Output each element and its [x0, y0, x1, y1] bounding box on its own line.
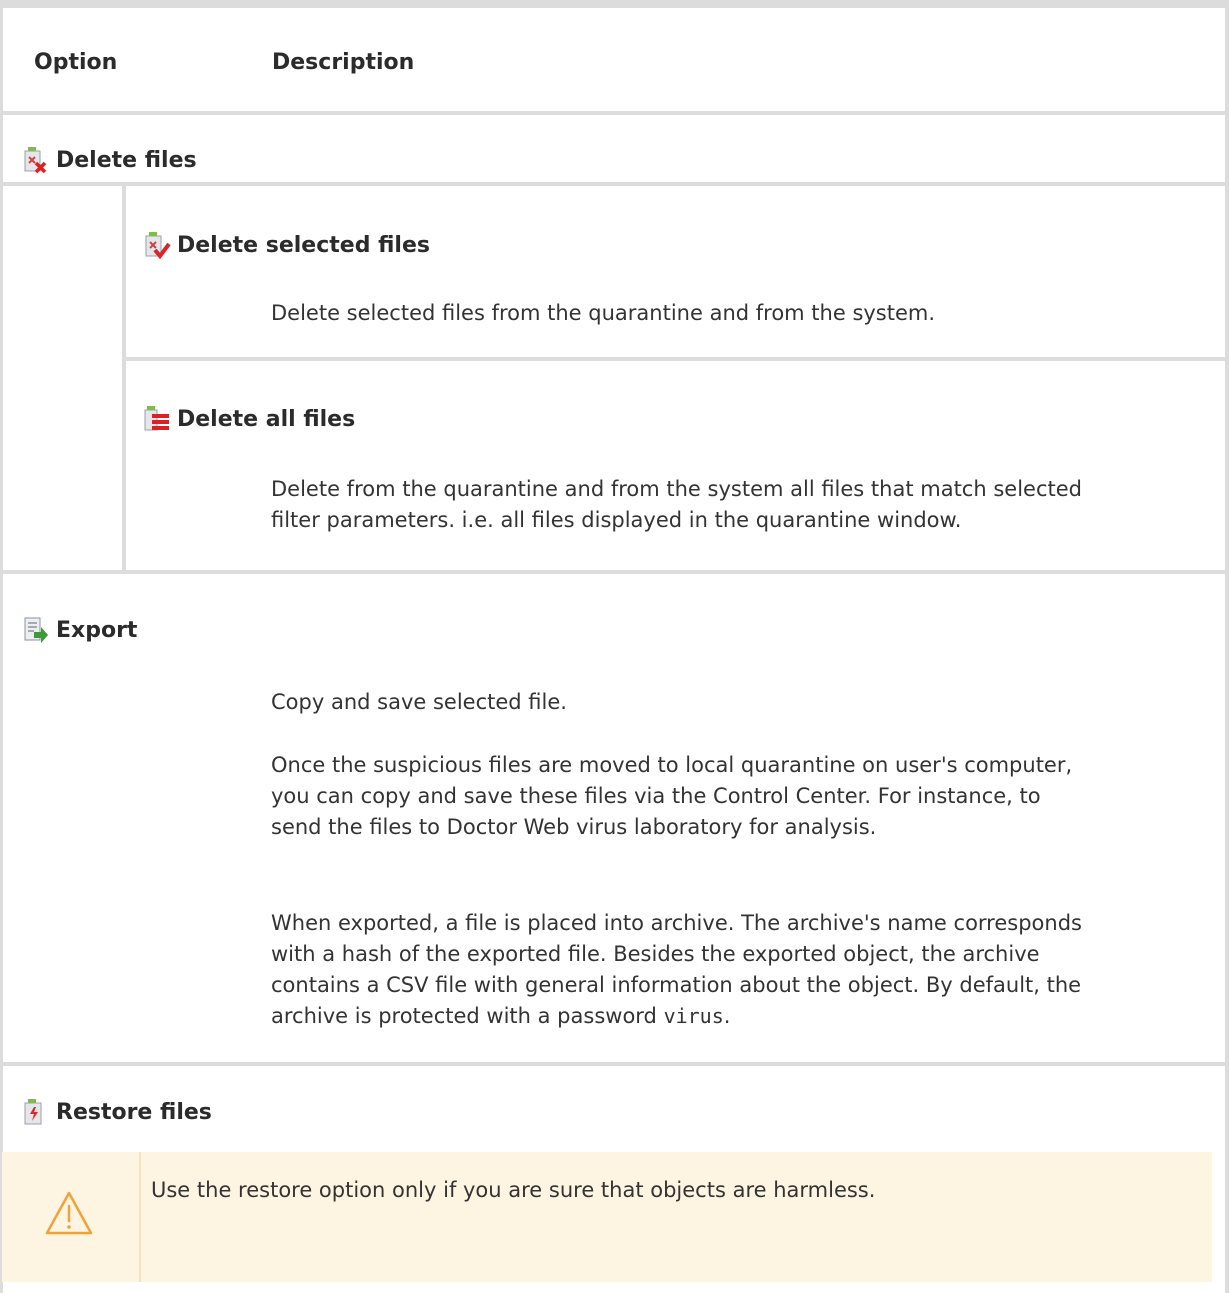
divider: [126, 357, 1229, 361]
nested-column-divider: [122, 186, 126, 574]
warning-note: Use the restore option only if you are s…: [2, 1152, 1212, 1282]
divider: [0, 1062, 1229, 1066]
section-restore-files: Restore files: [22, 1098, 212, 1126]
delete-selected-files-icon: [145, 232, 171, 259]
header-option: Option: [34, 50, 118, 75]
restore-files-icon: [24, 1099, 42, 1125]
delete-all-files-icon: [144, 406, 169, 431]
export-para-2: Once the suspicious files are moved to l…: [271, 753, 1073, 839]
warning-triangle-icon: [45, 1191, 93, 1235]
header-description: Description: [272, 50, 415, 75]
item-delete-all-files: Delete all files: [143, 405, 355, 433]
delete-selected-files-description: Delete selected files from the quarantin…: [271, 301, 936, 325]
delete-all-files-description: Delete from the quarantine and from the …: [271, 477, 1082, 532]
warning-text: Use the restore option only if you are s…: [151, 1178, 876, 1202]
section-delete-files: Delete files: [22, 146, 197, 174]
item-delete-selected-files: Delete selected files: [143, 231, 430, 259]
export-para-3: When exported, a file is placed into arc…: [271, 911, 1082, 1028]
delete-files-icon: [24, 147, 47, 174]
divider: [0, 570, 1229, 574]
divider: [0, 111, 1229, 115]
export-icon: [24, 617, 48, 643]
section-export: Export: [22, 616, 137, 644]
password-code: virus: [663, 1004, 724, 1028]
divider: [0, 182, 1229, 186]
export-para-1: Copy and save selected file.: [271, 690, 567, 714]
